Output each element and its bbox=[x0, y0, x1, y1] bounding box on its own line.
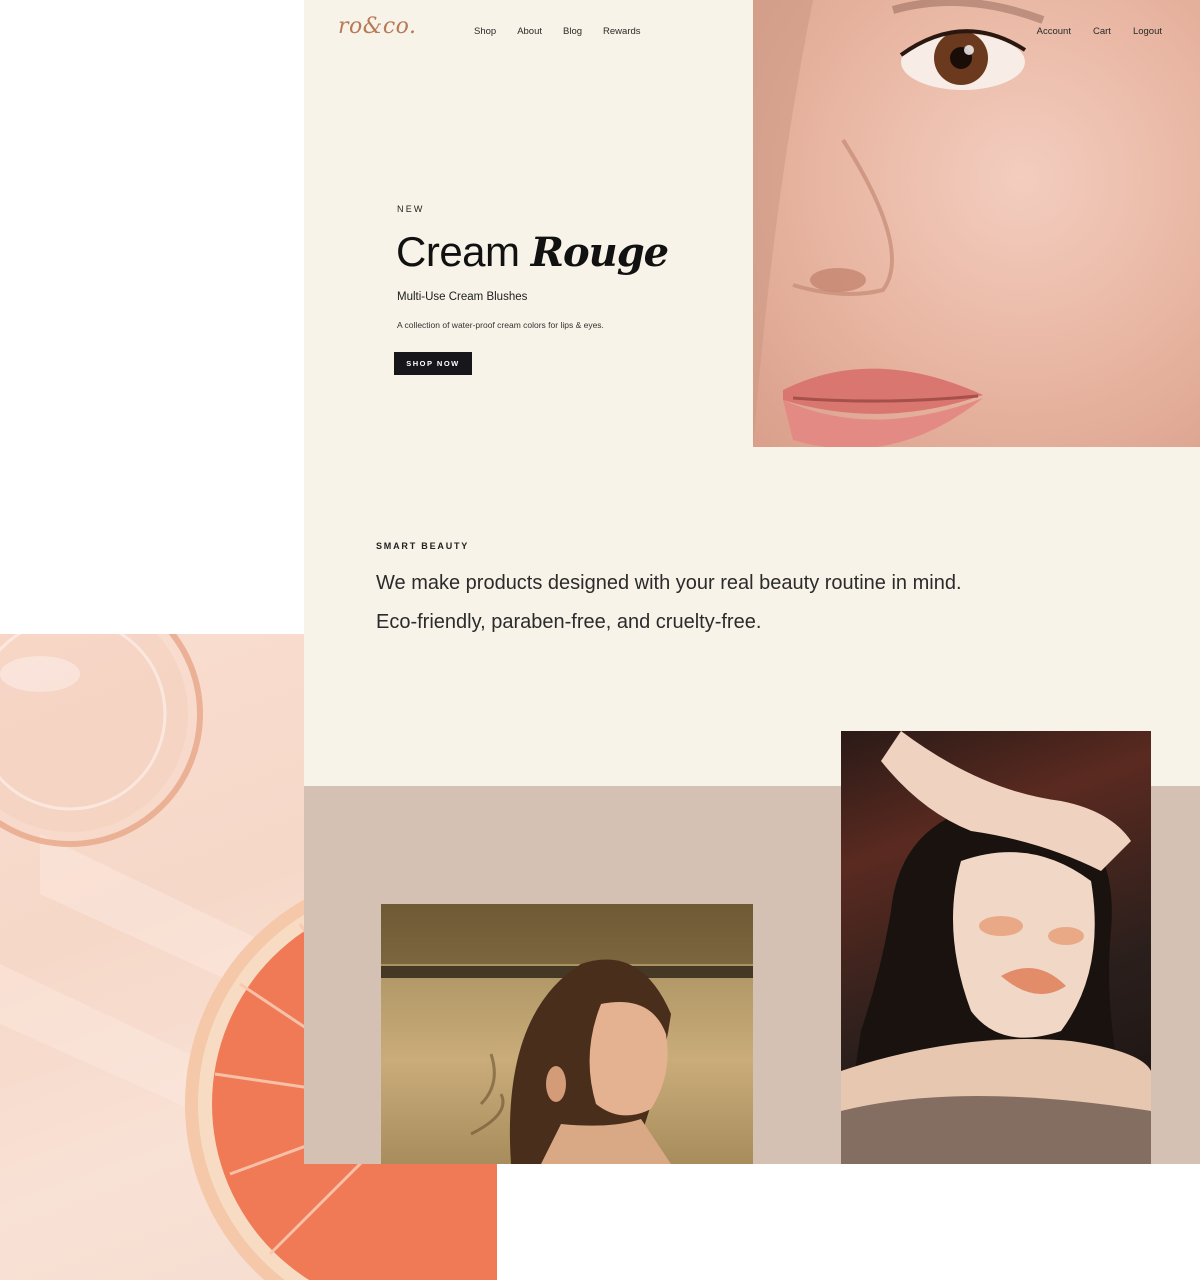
hero-face-photo bbox=[753, 0, 1200, 447]
brand-logo[interactable]: ro&co. bbox=[338, 14, 417, 39]
hero-subtitle: Multi-Use Cream Blushes bbox=[397, 291, 528, 303]
statement-line-1: We make products designed with your real… bbox=[376, 572, 962, 594]
shop-now-button[interactable]: SHOP NOW bbox=[394, 352, 472, 375]
nav-cart[interactable]: Cart bbox=[1093, 26, 1111, 37]
nav-logout[interactable]: Logout bbox=[1133, 26, 1162, 37]
hero-title-italic: Rouge bbox=[530, 229, 669, 276]
nav-blog[interactable]: Blog bbox=[563, 26, 582, 37]
hero-title-plain: Cream bbox=[396, 228, 520, 275]
smart-beauty-statement: We make products designed with your real… bbox=[376, 564, 1136, 641]
hero-eyebrow: NEW bbox=[397, 204, 425, 214]
portrait-photo-sunlit bbox=[381, 904, 753, 1164]
smart-beauty-label: SMART BEAUTY bbox=[376, 541, 470, 551]
nav-shop[interactable]: Shop bbox=[474, 26, 496, 37]
nav-rewards[interactable]: Rewards bbox=[603, 26, 641, 37]
hero-title: Cream Rouge bbox=[396, 228, 669, 276]
statement-line-2: Eco-friendly, paraben-free, and cruelty-… bbox=[376, 610, 762, 633]
primary-nav: Shop About Blog Rewards bbox=[474, 26, 641, 37]
nav-about[interactable]: About bbox=[517, 26, 542, 37]
portrait-photo-dark bbox=[841, 731, 1151, 1164]
nav-account[interactable]: Account bbox=[1037, 26, 1071, 37]
account-nav: Account Cart Logout bbox=[1037, 26, 1162, 37]
hero-description: A collection of water-proof cream colors… bbox=[397, 320, 604, 330]
